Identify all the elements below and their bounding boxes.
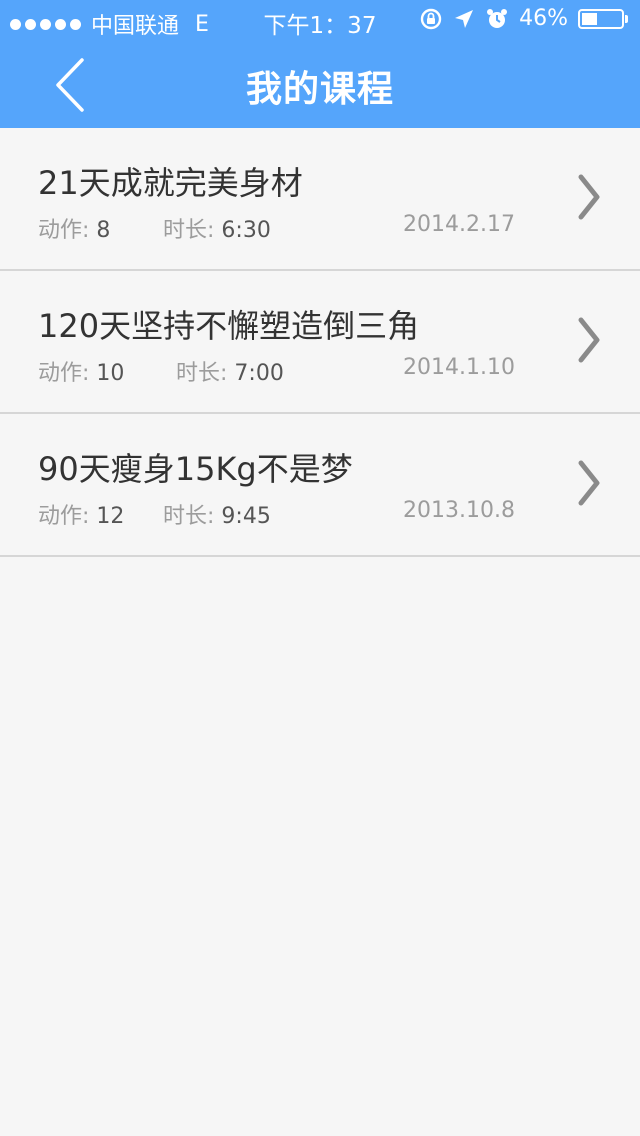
course-meta: 动作: 10 时长: 7:00 [38, 355, 284, 387]
top-bar: 中国联通 E 下午1：37 46% 我的课程 [0, 0, 640, 128]
course-date: 2014.2.17 [403, 212, 515, 237]
duration: 时长: 9:45 [163, 504, 271, 529]
battery-icon [578, 8, 628, 29]
actions-count: 动作: 12 [38, 504, 125, 529]
rotation-lock-icon [420, 8, 442, 29]
course-date: 2014.1.10 [403, 355, 515, 380]
course-title: 90天瘦身15Kg不是梦 [38, 450, 353, 488]
nav-bar: 我的课程 [0, 40, 640, 128]
course-date: 2013.10.8 [403, 498, 515, 523]
status-right: 46% [419, 6, 628, 31]
course-item[interactable]: 21天成就完美身材 动作: 8 时长: 6:30 2014.2.17 [0, 128, 640, 271]
course-title: 120天坚持不懈塑造倒三角 [38, 307, 420, 345]
actions-count: 动作: 10 [38, 361, 125, 386]
duration: 时长: 7:00 [176, 361, 284, 386]
course-meta: 动作: 12 时长: 9:45 [38, 498, 271, 530]
status-bar: 中国联通 E 下午1：37 46% [0, 0, 640, 40]
course-list: 21天成就完美身材 动作: 8 时长: 6:30 2014.2.17 120天坚持… [0, 128, 640, 557]
chevron-right-icon [578, 317, 600, 363]
course-item[interactable]: 120天坚持不懈塑造倒三角 动作: 10 时长: 7:00 2014.1.10 [0, 271, 640, 414]
actions-count: 动作: 8 [38, 218, 111, 243]
page-title: 我的课程 [245, 69, 394, 110]
duration: 时长: 6:30 [163, 218, 271, 243]
chevron-right-icon [578, 460, 600, 506]
course-meta: 动作: 8 时长: 6:30 [38, 212, 271, 244]
location-arrow-icon [455, 9, 474, 28]
chevron-right-icon [578, 174, 600, 220]
battery-percent: 46% [519, 6, 568, 31]
course-item[interactable]: 90天瘦身15Kg不是梦 动作: 12 时长: 9:45 2013.10.8 [0, 414, 640, 557]
alarm-clock-icon [487, 8, 508, 28]
course-title: 21天成就完美身材 [38, 164, 303, 202]
